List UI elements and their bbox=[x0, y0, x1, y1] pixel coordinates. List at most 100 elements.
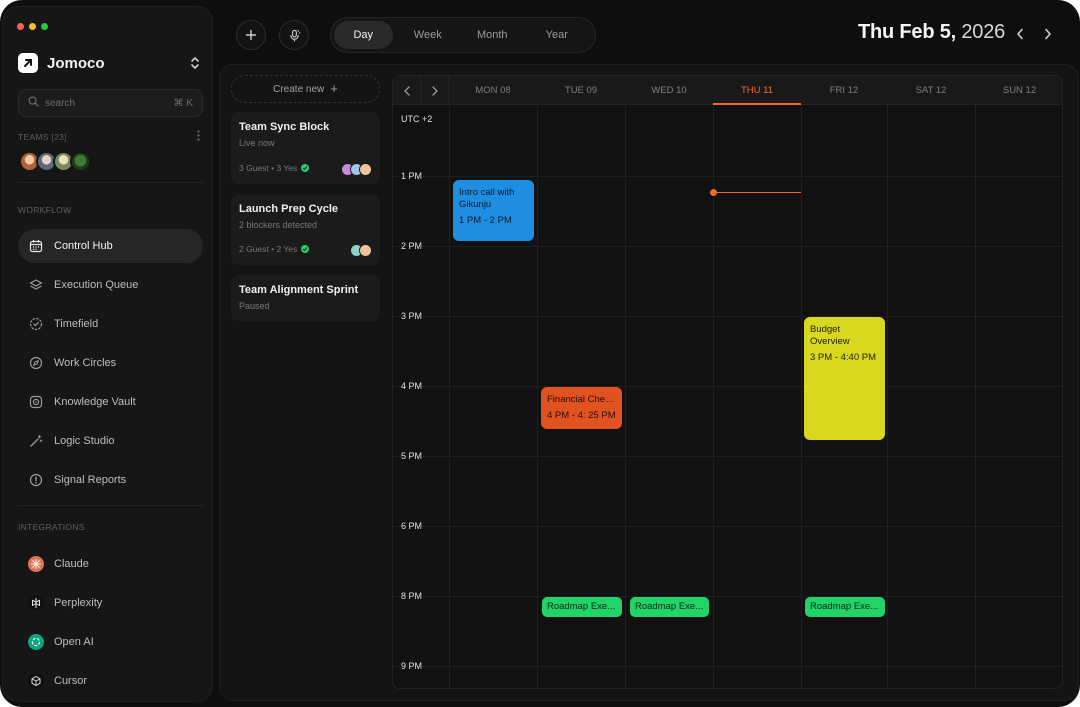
day-header-tue[interactable]: TUE 09 bbox=[537, 76, 625, 105]
task-meta: 2 Guest • 2 Yes bbox=[239, 244, 310, 254]
task-card-launch-prep-cycle[interactable]: Launch Prep Cycle 2 blockers detected 2 … bbox=[231, 194, 380, 265]
integration-item-perplexity[interactable]: Perplexity bbox=[18, 586, 203, 620]
close-window-button[interactable] bbox=[17, 23, 24, 30]
search-shortcut: ⌘ K bbox=[173, 97, 193, 109]
current-date-year: 2026 bbox=[956, 21, 1006, 43]
task-title: Launch Prep Cycle bbox=[239, 203, 339, 215]
day-header-sun[interactable]: SUN 12 bbox=[975, 76, 1062, 105]
event-title: Intro call with Gikunju bbox=[459, 187, 515, 210]
plus-icon bbox=[245, 29, 257, 41]
event-title: Roadmap Exe... bbox=[635, 601, 704, 612]
hour-label: 5 PM bbox=[401, 451, 423, 461]
grid-line bbox=[393, 246, 1062, 247]
search-input[interactable]: search ⌘ K bbox=[18, 89, 203, 117]
event-roadmap-execution[interactable]: Roadmap Exe... bbox=[805, 597, 885, 617]
event-roadmap-execution[interactable]: Roadmap Exe... bbox=[542, 597, 622, 617]
calendar-next-button[interactable] bbox=[421, 76, 449, 105]
calendar-prev-button[interactable] bbox=[393, 76, 421, 105]
event-time: 3 PM - 4:40 PM bbox=[810, 352, 876, 363]
teams-label: TEAMS [23] bbox=[18, 132, 67, 142]
sidebar: Jomoco search ⌘ K TEAMS [23] WORKFLOW Co… bbox=[2, 6, 213, 702]
search-placeholder: search bbox=[45, 97, 76, 109]
microphone-icon bbox=[289, 29, 301, 41]
tab-month[interactable]: Month bbox=[463, 21, 522, 49]
day-header-sat[interactable]: SAT 12 bbox=[887, 76, 975, 105]
chevron-left-icon bbox=[403, 85, 410, 96]
event-financial-check[interactable]: Financial Chec... 4 PM - 4: 25 PM bbox=[541, 387, 622, 429]
integration-item-openai[interactable]: Open AI bbox=[18, 625, 203, 659]
grid-line bbox=[625, 105, 626, 688]
tab-week[interactable]: Week bbox=[399, 21, 458, 49]
more-vertical-icon[interactable] bbox=[197, 130, 200, 144]
plus-icon: + bbox=[330, 81, 338, 96]
create-new-button[interactable]: Create new + bbox=[231, 75, 380, 103]
next-date-button[interactable] bbox=[1041, 26, 1055, 42]
chevron-right-icon bbox=[431, 85, 438, 96]
workflow-label: WORKFLOW bbox=[18, 205, 72, 215]
event-intro-call[interactable]: Intro call with Gikunju 1 PM - 2 PM bbox=[453, 180, 534, 241]
hour-label: 9 PM bbox=[401, 661, 423, 671]
previous-date-button[interactable] bbox=[1013, 26, 1027, 42]
task-yes: 2 Yes bbox=[276, 244, 298, 254]
sidebar-item-label: Perplexity bbox=[54, 597, 103, 609]
timezone-label: UTC +2 bbox=[401, 114, 433, 124]
task-avatars bbox=[350, 244, 372, 257]
divider bbox=[18, 505, 203, 506]
event-roadmap-execution[interactable]: Roadmap Exe... bbox=[630, 597, 709, 617]
sidebar-item-label: Control Hub bbox=[54, 240, 113, 252]
day-header-mon[interactable]: MON 08 bbox=[449, 76, 537, 105]
event-budget-overview[interactable]: Budget Overview 3 PM - 4:40 PM bbox=[804, 317, 885, 440]
grid-line bbox=[537, 105, 538, 688]
calendar-icon bbox=[28, 238, 44, 254]
compass-icon bbox=[28, 355, 44, 371]
sidebar-item-work-circles[interactable]: Work Circles bbox=[18, 346, 203, 380]
magic-wand-icon bbox=[28, 433, 44, 449]
grid-line bbox=[393, 456, 1062, 457]
tab-day[interactable]: Day bbox=[334, 21, 393, 49]
separator-dot: • bbox=[268, 244, 277, 254]
sidebar-item-knowledge-vault[interactable]: Knowledge Vault bbox=[18, 385, 203, 419]
sidebar-item-logic-studio[interactable]: Logic Studio bbox=[18, 424, 203, 458]
grid-line bbox=[801, 105, 802, 688]
add-button[interactable] bbox=[236, 20, 266, 50]
chevron-left-icon bbox=[1017, 28, 1023, 40]
task-card-team-alignment-sprint[interactable]: Team Alignment Sprint Paused bbox=[231, 275, 380, 321]
day-header-thu[interactable]: THU 11 bbox=[713, 76, 801, 105]
workspace-switcher[interactable]: Jomoco bbox=[18, 48, 202, 78]
integration-item-cursor[interactable]: Cursor bbox=[18, 664, 203, 698]
window-controls bbox=[17, 23, 48, 30]
sidebar-item-label: Cursor bbox=[54, 675, 88, 687]
hour-label: 4 PM bbox=[401, 381, 423, 391]
sidebar-item-timefield[interactable]: Timefield bbox=[18, 307, 203, 341]
tab-year[interactable]: Year bbox=[528, 21, 587, 49]
task-card-team-sync-block[interactable]: Team Sync Block Live now 3 Guest • 3 Yes bbox=[231, 112, 380, 184]
voice-button[interactable] bbox=[279, 20, 309, 50]
sidebar-item-label: Logic Studio bbox=[54, 435, 115, 447]
sidebar-item-label: Open AI bbox=[54, 636, 94, 648]
event-title: Roadmap Exe... bbox=[810, 601, 879, 612]
sidebar-item-control-hub[interactable]: Control Hub bbox=[18, 229, 203, 263]
calendar-grid: MON 08 TUE 09 WED 10 THU 11 FRI 12 SAT 1… bbox=[392, 75, 1063, 689]
event-title: Financial Chec... bbox=[547, 394, 616, 405]
hour-label: 8 PM bbox=[401, 591, 423, 601]
view-switcher: Day Week Month Year bbox=[330, 17, 596, 53]
task-status: 2 blockers detected bbox=[239, 220, 318, 230]
grid-line bbox=[393, 526, 1062, 527]
vault-icon bbox=[28, 394, 44, 410]
grid-line bbox=[393, 666, 1062, 667]
sidebar-item-signal-reports[interactable]: Signal Reports bbox=[18, 463, 203, 497]
day-header-fri[interactable]: FRI 12 bbox=[801, 76, 887, 105]
grid-line bbox=[393, 316, 1062, 317]
separator-dot: • bbox=[268, 163, 277, 173]
sidebar-item-execution-queue[interactable]: Execution Queue bbox=[18, 268, 203, 302]
hour-label: 3 PM bbox=[401, 311, 423, 321]
integration-item-claude[interactable]: Claude bbox=[18, 547, 203, 581]
claude-icon bbox=[28, 556, 44, 572]
avatar bbox=[359, 163, 372, 176]
minimize-window-button[interactable] bbox=[29, 23, 36, 30]
chevron-right-icon bbox=[1045, 28, 1051, 40]
maximize-window-button[interactable] bbox=[41, 23, 48, 30]
cursor-icon bbox=[28, 673, 44, 689]
avatar[interactable] bbox=[70, 151, 91, 172]
day-header-wed[interactable]: WED 10 bbox=[625, 76, 713, 105]
